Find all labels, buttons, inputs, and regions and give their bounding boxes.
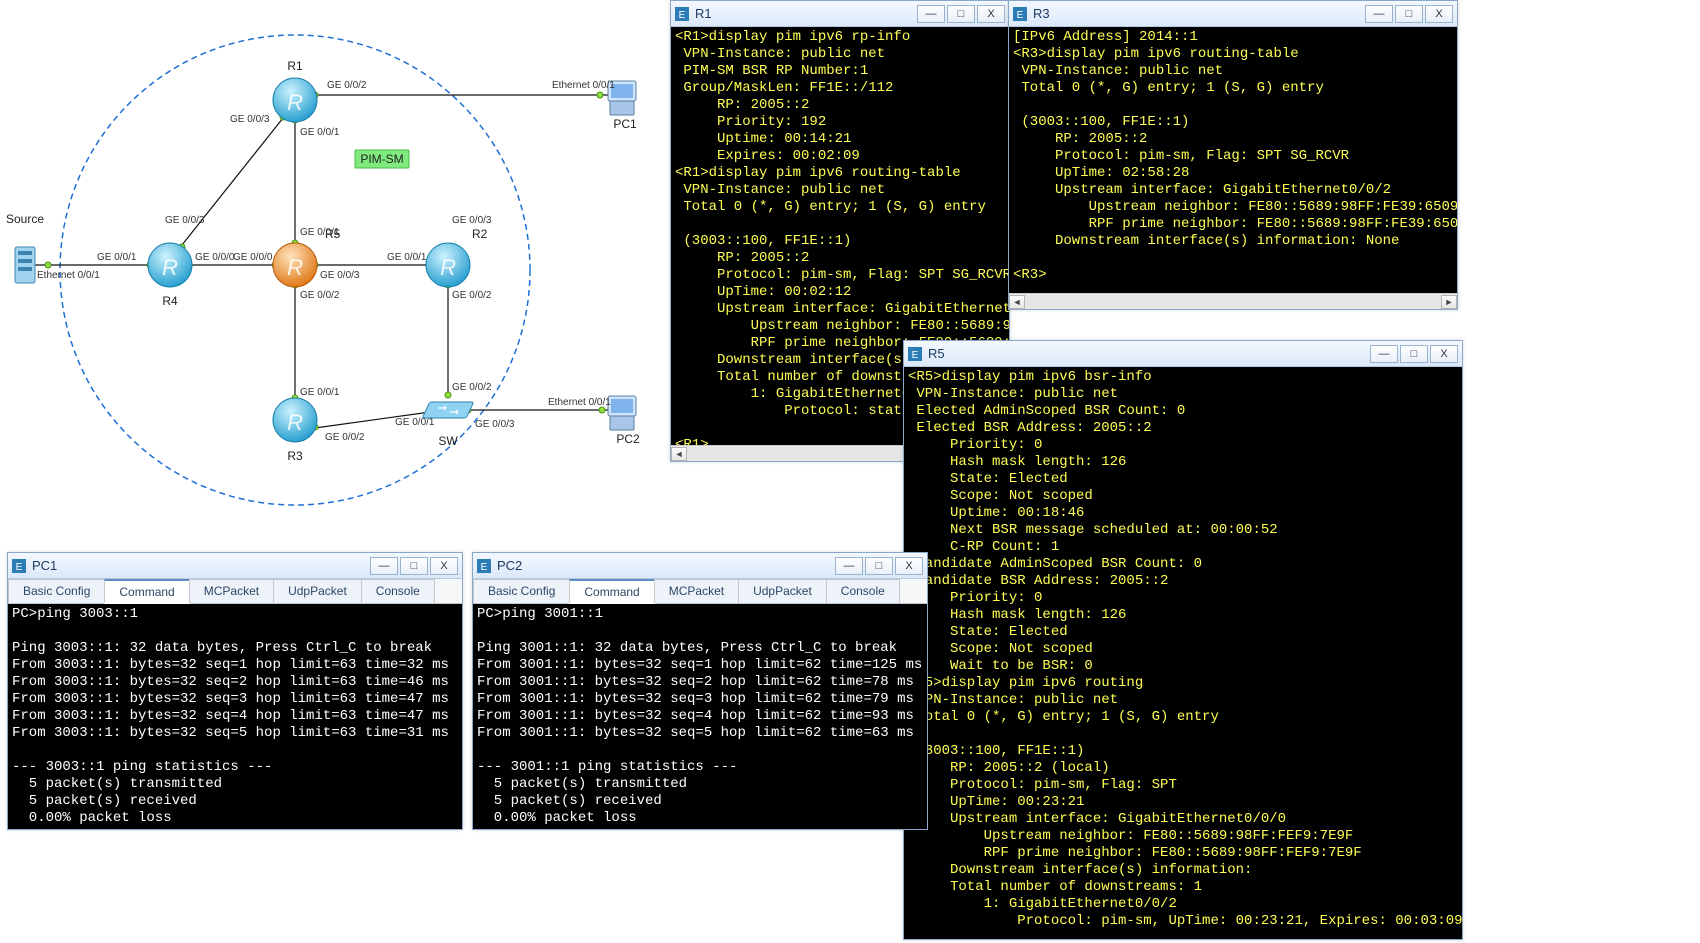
svg-text:GE 0/0/1: GE 0/0/1 — [387, 252, 427, 263]
r1-label: R1 — [287, 59, 303, 73]
svg-text:E: E — [679, 10, 686, 21]
svg-text:E: E — [1017, 10, 1024, 21]
close-button[interactable]: X — [1425, 5, 1453, 23]
svg-text:Ethernet 0/0/1: Ethernet 0/0/1 — [552, 80, 615, 91]
router-r5[interactable] — [273, 243, 317, 287]
svg-text:GE 0/0/2: GE 0/0/2 — [452, 290, 492, 301]
tab-basic-config[interactable]: Basic Config — [473, 579, 570, 603]
title-pc2: PC2 — [497, 558, 522, 573]
svg-text:GE 0/0/1: GE 0/0/1 — [300, 227, 340, 238]
title-pc1: PC1 — [32, 558, 57, 573]
terminal-pc1[interactable]: PC>ping 3003::1 Ping 3003::1: 32 data by… — [8, 604, 462, 829]
svg-text:E: E — [912, 350, 919, 361]
tab-udppacket[interactable]: UdpPacket — [738, 579, 827, 603]
svg-text:GE 0/0/1: GE 0/0/1 — [300, 127, 340, 138]
titlebar-r1[interactable]: E R1 — □ X — [671, 1, 1009, 27]
host-pc2[interactable] — [608, 396, 636, 430]
app-icon: E — [908, 347, 922, 361]
window-r3[interactable]: E R3 — □ X [IPv6 Address] 2014::1 <R3>di… — [1008, 0, 1458, 310]
svg-text:GE 0/0/2: GE 0/0/2 — [325, 432, 365, 443]
scroll-left-icon[interactable]: ◄ — [671, 447, 687, 461]
min-button[interactable]: — — [1370, 345, 1398, 363]
tab-basic-config[interactable]: Basic Config — [8, 579, 105, 603]
r3-label: R3 — [287, 449, 303, 463]
max-button[interactable]: □ — [400, 557, 428, 575]
pc1-label: PC1 — [613, 117, 637, 131]
title-r5: R5 — [928, 346, 945, 361]
pim-sm-label: PIM-SM — [360, 152, 403, 166]
svg-text:Ethernet 0/0/1: Ethernet 0/0/1 — [37, 270, 100, 281]
title-r3: R3 — [1033, 6, 1050, 21]
svg-text:E: E — [481, 562, 488, 573]
window-pc1[interactable]: E PC1 — □ X Basic Config Command MCPacke… — [7, 552, 463, 830]
app-icon: E — [12, 559, 26, 573]
svg-text:GE 0/0/1: GE 0/0/1 — [300, 387, 340, 398]
terminal-r3[interactable]: [IPv6 Address] 2014::1 <R3>display pim i… — [1009, 27, 1457, 293]
tab-console[interactable]: Console — [361, 579, 435, 603]
titlebar-pc2[interactable]: E PC2 — □ X — [473, 553, 927, 579]
router-r2[interactable] — [426, 243, 470, 287]
min-button[interactable]: — — [1365, 5, 1393, 23]
svg-text:GE 0/0/0: GE 0/0/0 — [195, 252, 235, 263]
router-r1[interactable] — [273, 78, 317, 122]
svg-text:GE 0/0/1: GE 0/0/1 — [395, 417, 435, 428]
tab-udppacket[interactable]: UdpPacket — [273, 579, 362, 603]
svg-text:GE 0/0/2: GE 0/0/2 — [300, 290, 340, 301]
tab-command[interactable]: Command — [104, 579, 189, 603]
min-button[interactable]: — — [370, 557, 398, 575]
close-button[interactable]: X — [895, 557, 923, 575]
tab-mcpacket[interactable]: MCPacket — [189, 579, 274, 603]
min-button[interactable]: — — [835, 557, 863, 575]
svg-text:GE 0/0/3: GE 0/0/3 — [230, 114, 270, 125]
tab-console[interactable]: Console — [826, 579, 900, 603]
close-button[interactable]: X — [430, 557, 458, 575]
svg-text:GE 0/0/2: GE 0/0/2 — [452, 382, 492, 393]
terminal-pc2[interactable]: PC>ping 3001::1 Ping 3001::1: 32 data by… — [473, 604, 927, 829]
titlebar-pc1[interactable]: E PC1 — □ X — [8, 553, 462, 579]
terminal-r5[interactable]: <R5>display pim ipv6 bsr-info VPN-Instan… — [904, 367, 1462, 939]
scroll-left-icon[interactable]: ◄ — [1009, 295, 1025, 309]
app-icon: E — [675, 7, 689, 21]
max-button[interactable]: □ — [947, 5, 975, 23]
pc2-label: PC2 — [616, 432, 640, 446]
svg-text:GE 0/0/3: GE 0/0/3 — [320, 270, 360, 281]
source-label: Source — [6, 212, 44, 226]
app-icon: E — [1013, 7, 1027, 21]
svg-text:GE 0/0/1: GE 0/0/1 — [97, 252, 137, 263]
svg-text:E: E — [16, 562, 23, 573]
router-r3[interactable] — [273, 398, 317, 442]
svg-text:GE 0/0/3: GE 0/0/3 — [452, 215, 492, 226]
max-button[interactable]: □ — [1395, 5, 1423, 23]
sw-label: SW — [438, 434, 458, 448]
svg-text:Ethernet 0/0/1: Ethernet 0/0/1 — [548, 397, 611, 408]
hscrollbar[interactable]: ◄ ► — [1009, 293, 1457, 309]
host-source[interactable] — [15, 247, 35, 283]
router-r4[interactable] — [148, 243, 192, 287]
r4-label: R4 — [162, 294, 178, 308]
svg-text:GE 0/0/3: GE 0/0/3 — [165, 215, 205, 226]
max-button[interactable]: □ — [1400, 345, 1428, 363]
tab-mcpacket[interactable]: MCPacket — [654, 579, 739, 603]
max-button[interactable]: □ — [865, 557, 893, 575]
pc1-tabs: Basic Config Command MCPacket UdpPacket … — [8, 579, 462, 604]
pc2-tabs: Basic Config Command MCPacket UdpPacket … — [473, 579, 927, 604]
min-button[interactable]: — — [917, 5, 945, 23]
close-button[interactable]: X — [977, 5, 1005, 23]
titlebar-r5[interactable]: E R5 — □ X — [904, 341, 1462, 367]
scroll-right-icon[interactable]: ► — [1441, 295, 1457, 309]
topology-canvas[interactable]: R R PIM-SM — [0, 0, 670, 550]
switch-sw[interactable] — [422, 402, 473, 418]
title-r1: R1 — [695, 6, 712, 21]
window-r5[interactable]: E R5 — □ X <R5>display pim ipv6 bsr-info… — [903, 340, 1463, 940]
svg-text:GE 0/0/0: GE 0/0/0 — [233, 252, 273, 263]
tab-command[interactable]: Command — [569, 579, 654, 603]
app-icon: E — [477, 559, 491, 573]
svg-text:GE 0/0/3: GE 0/0/3 — [475, 419, 515, 430]
window-pc2[interactable]: E PC2 — □ X Basic Config Command MCPacke… — [472, 552, 928, 830]
close-button[interactable]: X — [1430, 345, 1458, 363]
r2-label: R2 — [472, 227, 488, 241]
svg-text:GE 0/0/2: GE 0/0/2 — [327, 80, 367, 91]
titlebar-r3[interactable]: E R3 — □ X — [1009, 1, 1457, 27]
